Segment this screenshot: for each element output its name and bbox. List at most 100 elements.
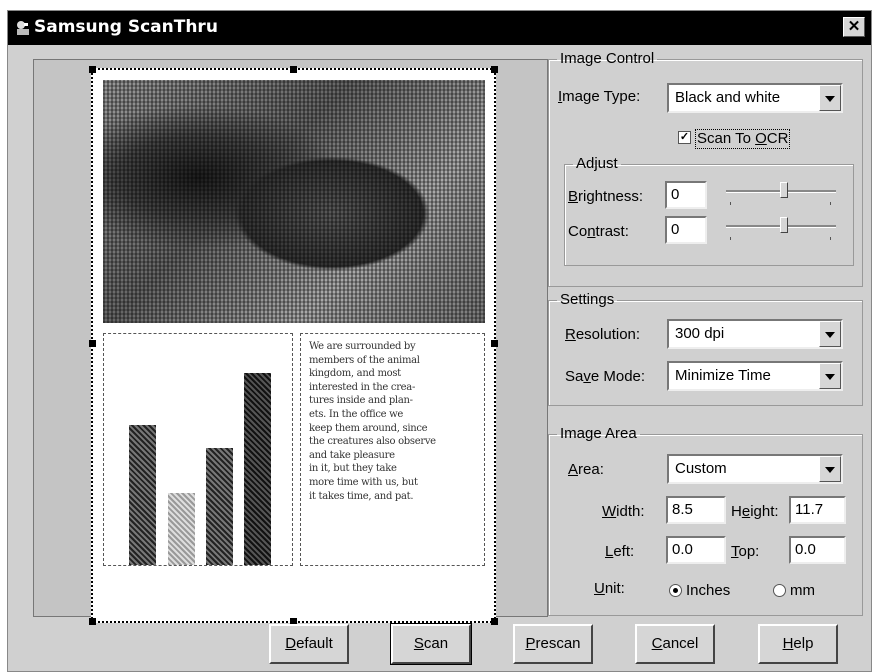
mnemonic: H xyxy=(782,635,794,652)
slider-thumb[interactable] xyxy=(780,182,788,198)
scan-page[interactable]: We are surrounded by members of the anim… xyxy=(89,66,498,625)
chevron-down-icon[interactable] xyxy=(819,321,841,347)
label-text: trast: xyxy=(595,223,629,240)
unit-label: Unit: xyxy=(594,580,625,598)
crop-handle-left[interactable] xyxy=(89,340,96,347)
top-field[interactable]: 0.0 xyxy=(789,536,846,564)
preview-text-block: We are surrounded by members of the anim… xyxy=(300,333,485,566)
settings-legend: Settings xyxy=(560,291,615,308)
save-mode-label: Save Mode: xyxy=(565,368,645,386)
contrast-field[interactable]: 0 xyxy=(665,216,707,244)
crop-handle-bottom-left[interactable] xyxy=(89,618,96,625)
scan-to-ocr-label[interactable]: Scan To OCR xyxy=(695,129,791,149)
crop-handle-top-left[interactable] xyxy=(89,66,96,73)
brightness-label: Brightness: xyxy=(568,188,643,206)
mnemonic: C xyxy=(651,635,663,652)
unit-mm-label[interactable]: mm xyxy=(790,582,815,600)
slider-thumb[interactable] xyxy=(780,217,788,233)
button-label: ancel xyxy=(662,635,699,652)
label-text: nit: xyxy=(604,580,625,597)
image-type-label: Image Type: xyxy=(558,88,640,106)
adjust-legend: Adjust xyxy=(576,155,618,172)
contrast-label: Contrast: xyxy=(568,223,629,241)
preview-bar-chart xyxy=(103,333,293,566)
label-text: Scan To xyxy=(697,130,756,147)
preview-text-line: it takes time, and pat. xyxy=(309,490,414,502)
title-bar[interactable]: Samsung ScanThru ✕ xyxy=(8,11,871,45)
chevron-down-icon[interactable] xyxy=(819,456,841,482)
area-select[interactable]: Custom xyxy=(667,454,843,484)
unit-mm-radio[interactable] xyxy=(773,584,786,597)
scan-button[interactable]: Scan xyxy=(390,623,472,665)
mnemonic: S xyxy=(413,635,424,652)
image-type-select[interactable]: Black and white xyxy=(667,83,843,113)
label-text: Sa xyxy=(565,368,584,385)
default-button[interactable]: Default xyxy=(269,624,349,664)
mnemonic: A xyxy=(568,461,579,478)
save-mode-select[interactable]: Minimize Time xyxy=(667,361,843,391)
resolution-label: Resolution: xyxy=(565,326,640,344)
cancel-button[interactable]: Cancel xyxy=(635,624,715,664)
save-mode-value: Minimize Time xyxy=(675,367,771,384)
left-field[interactable]: 0.0 xyxy=(666,536,726,564)
preview-text-line: the creatures also observe xyxy=(309,436,436,448)
chevron-down-icon[interactable] xyxy=(819,363,841,389)
button-label: can xyxy=(423,635,449,652)
preview-text-line: in it, but they take xyxy=(309,463,397,475)
mnemonic: v xyxy=(583,368,591,385)
image-type-value: Black and white xyxy=(675,89,781,106)
mnemonic: O xyxy=(755,130,767,147)
label-text: ight: xyxy=(750,503,779,520)
help-button[interactable]: Help xyxy=(758,624,838,664)
mnemonic: W xyxy=(602,503,617,520)
preview-text-line: ets. In the office we xyxy=(309,408,404,420)
adjust-group: Adjust xyxy=(564,156,854,266)
crop-handle-top-right[interactable] xyxy=(491,66,498,73)
preview-chart-bar xyxy=(168,493,195,565)
slider-tick xyxy=(830,202,831,205)
mnemonic: P xyxy=(525,635,536,652)
resolution-value: 300 dpi xyxy=(675,325,725,342)
button-label: rescan xyxy=(535,635,581,652)
contrast-slider[interactable] xyxy=(726,215,836,241)
label-text: CR xyxy=(766,130,789,147)
unit-inches-label[interactable]: Inches xyxy=(686,582,730,600)
scanner-dialog: Samsung ScanThru ✕ We are surrounded by … xyxy=(7,10,872,672)
mnemonic: D xyxy=(285,635,297,652)
unit-inches-radio[interactable] xyxy=(669,584,682,597)
preview-chart-bar xyxy=(244,373,271,565)
crop-handle-bottom-right[interactable] xyxy=(491,618,498,625)
preview-text-line: more time with us, but xyxy=(309,476,418,488)
brightness-field[interactable]: 0 xyxy=(665,181,707,209)
label-text: eft: xyxy=(613,543,635,560)
close-icon: ✕ xyxy=(847,18,861,35)
chevron-down-icon[interactable] xyxy=(819,85,841,111)
preview-text-line: keep them around, since xyxy=(309,422,428,434)
brightness-slider[interactable] xyxy=(726,180,836,206)
resolution-select[interactable]: 300 dpi xyxy=(667,319,843,349)
crop-handle-right[interactable] xyxy=(491,340,498,347)
scan-preview-area[interactable]: We are surrounded by members of the anim… xyxy=(33,59,548,625)
image-control-legend: Image Control xyxy=(560,50,655,67)
preview-text-line: interested in the crea- xyxy=(309,381,416,393)
label-text: H xyxy=(731,503,742,520)
preview-photo xyxy=(103,80,485,323)
preview-text-line: and take pleasure xyxy=(309,449,395,461)
scan-to-ocr-checkbox[interactable]: ✓ xyxy=(678,131,691,144)
left-label: Left: xyxy=(605,543,634,561)
crop-handle-top[interactable] xyxy=(290,66,297,73)
preview-text-line: tures inside and plan- xyxy=(309,395,413,407)
label-text: rea: xyxy=(578,461,604,478)
window-title: Samsung ScanThru xyxy=(34,17,218,37)
label-text: mage Type: xyxy=(562,88,641,105)
label-text: Co xyxy=(568,223,588,240)
mnemonic: T xyxy=(731,543,739,560)
prescan-button[interactable]: Prescan xyxy=(513,624,593,664)
height-field[interactable]: 11.7 xyxy=(789,496,846,524)
mnemonic: B xyxy=(568,188,579,205)
width-field[interactable]: 8.5 xyxy=(666,496,726,524)
mnemonic: n xyxy=(587,223,596,240)
top-label: Top: xyxy=(731,543,759,561)
mnemonic: e xyxy=(741,503,751,520)
close-button[interactable]: ✕ xyxy=(843,17,865,37)
